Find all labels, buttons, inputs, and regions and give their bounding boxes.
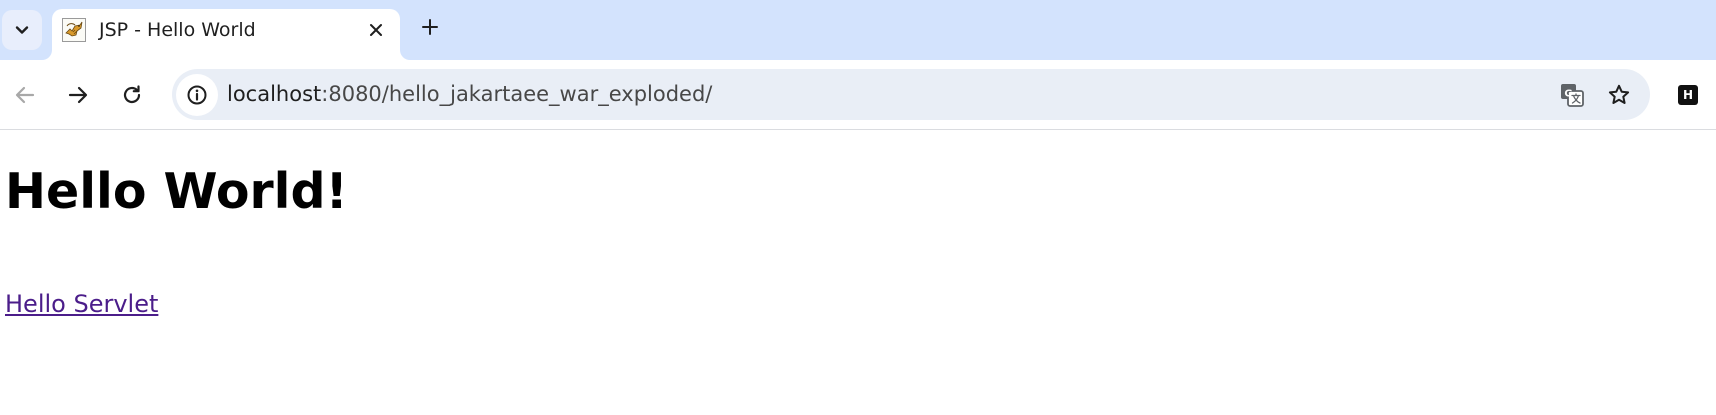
bookmark-button[interactable] <box>1602 78 1636 112</box>
chevron-down-icon <box>14 22 30 38</box>
tab-strip: JSP - Hello World <box>0 0 1716 60</box>
svg-text:G: G <box>1564 89 1572 100</box>
tab-title: JSP - Hello World <box>99 19 256 41</box>
extension-h-icon: H <box>1678 85 1698 105</box>
address-bar[interactable]: localhost:8080/hello_jakartaee_war_explo… <box>172 69 1650 120</box>
page-heading: Hello World! <box>5 163 348 220</box>
back-button[interactable] <box>7 77 43 113</box>
page-content: Hello World! Hello Servlet <box>0 130 1716 415</box>
hello-servlet-link[interactable]: Hello Servlet <box>5 290 158 318</box>
plus-icon <box>421 18 439 36</box>
new-tab-button[interactable] <box>415 12 445 42</box>
star-icon <box>1607 83 1631 107</box>
browser-window: JSP - Hello World localhost:8080/hello_j… <box>0 0 1716 415</box>
tab-active[interactable]: JSP - Hello World <box>52 9 400 60</box>
back-arrow-icon <box>14 84 36 106</box>
url-path: :8080/hello_jakartaee_war_exploded/ <box>321 82 713 106</box>
translate-icon: G <box>1559 82 1585 108</box>
tomcat-icon <box>62 18 86 42</box>
extension-button[interactable]: H <box>1670 77 1706 113</box>
reload-button[interactable] <box>114 77 150 113</box>
translate-button[interactable]: G <box>1555 78 1589 112</box>
forward-arrow-icon <box>67 84 89 106</box>
url-host: localhost <box>227 82 322 106</box>
toolbar: localhost:8080/hello_jakartaee_war_explo… <box>0 60 1716 130</box>
reload-icon <box>121 84 143 106</box>
info-icon <box>186 84 208 106</box>
site-info-button[interactable] <box>176 74 218 116</box>
url-text: localhost:8080/hello_jakartaee_war_explo… <box>227 82 712 107</box>
close-icon[interactable] <box>362 16 390 44</box>
forward-button[interactable] <box>60 77 96 113</box>
tab-search-button[interactable] <box>2 10 42 50</box>
